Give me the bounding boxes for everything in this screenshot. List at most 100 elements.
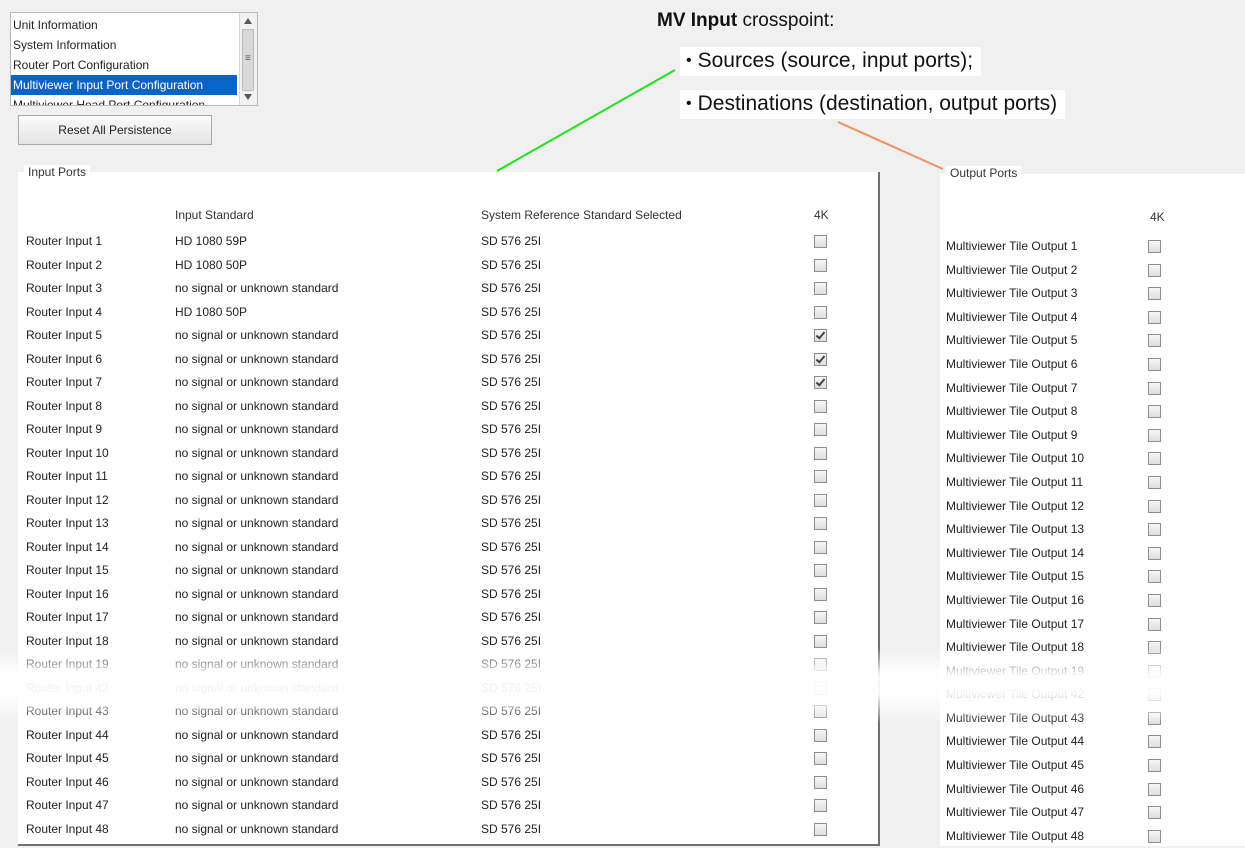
reference-standard-value: SD 576 25I	[481, 657, 542, 671]
output-4k-checkbox[interactable]	[1148, 452, 1161, 466]
reset-all-persistence-button[interactable]: Reset All Persistence	[18, 115, 212, 145]
input-4k-checkbox[interactable]	[814, 329, 827, 342]
output-4k-checkbox[interactable]	[1148, 711, 1161, 725]
output-4k-checkbox[interactable]	[1148, 570, 1161, 584]
output-4k-checkbox[interactable]	[1148, 499, 1161, 513]
input-4k-checkbox[interactable]	[814, 634, 827, 648]
input-standard-value: no signal or unknown standard	[175, 469, 339, 483]
input-4k-checkbox[interactable]	[814, 822, 827, 836]
nav-item[interactable]: Router Port Configuration	[11, 55, 237, 75]
scroll-down-arrow-icon[interactable]	[244, 94, 252, 100]
input-4k-checkbox[interactable]	[814, 564, 827, 577]
output-4k-checkbox[interactable]	[1148, 263, 1161, 277]
output-4k-checkbox[interactable]	[1148, 357, 1161, 371]
output-port-row: Multiviewer Tile Output 19	[940, 660, 1245, 684]
input-port-row: Router Input 7 no signal or unknown stand…	[18, 371, 878, 395]
tile-output-name: Multiviewer Tile Output 42	[946, 687, 1085, 702]
input-standard-value: HD 1080 50P	[175, 304, 248, 319]
input-4k-checkbox[interactable]	[814, 775, 827, 789]
nav-item[interactable]: System Information	[11, 35, 237, 55]
reference-standard-header: System Reference Standard Selected	[481, 208, 682, 222]
input-standard-value: no signal or unknown standard	[175, 821, 339, 836]
router-input-name: Router Input 14	[26, 539, 109, 554]
output-4k-checkbox[interactable]	[1148, 688, 1161, 702]
input-4k-checkbox[interactable]	[814, 658, 827, 671]
input-4k-checkbox[interactable]	[814, 728, 827, 742]
output-port-row: Multiviewer Tile Output 42	[940, 683, 1245, 707]
input-standard-value: no signal or unknown standard	[175, 375, 339, 389]
input-4k-checkbox[interactable]	[814, 799, 827, 812]
page-nav-list[interactable]: Unit Information System Information Router…	[10, 12, 258, 106]
input-4k-checkbox[interactable]	[814, 517, 827, 530]
output-4k-checkbox[interactable]	[1148, 617, 1161, 631]
scroll-thumb[interactable]: ≡	[242, 29, 254, 91]
router-input-name: Router Input 46	[26, 774, 109, 789]
input-port-row: Router Input 13 no signal or unknown stan…	[18, 512, 878, 536]
input-4k-checkbox[interactable]	[814, 493, 827, 507]
output-4k-checkbox[interactable]	[1148, 405, 1161, 419]
output-4k-checkbox[interactable]	[1148, 546, 1161, 560]
input-4k-checkbox[interactable]	[814, 423, 827, 436]
input-4k-checkbox[interactable]	[814, 752, 827, 765]
tile-output-name: Multiviewer Tile Output 8	[946, 404, 1078, 419]
scroll-up-arrow-icon[interactable]	[244, 18, 252, 24]
input-4k-checkbox[interactable]	[814, 446, 827, 460]
output-4k-checkbox[interactable]	[1148, 829, 1161, 843]
output-4k-checkbox[interactable]	[1148, 287, 1161, 301]
input-4k-checkbox[interactable]	[814, 611, 827, 624]
output-4k-checkbox[interactable]	[1148, 782, 1161, 796]
input-port-row: Router Input 10 no signal or unknown stan…	[18, 442, 878, 466]
input-4k-checkbox[interactable]	[814, 258, 827, 272]
output-4k-checkbox[interactable]	[1148, 593, 1161, 607]
nav-item[interactable]: Multiviewer Head Port Configuration	[11, 95, 237, 105]
output-4k-checkbox[interactable]	[1148, 806, 1161, 820]
input-4k-checkbox[interactable]	[814, 376, 827, 389]
output-4k-checkbox[interactable]	[1148, 475, 1161, 489]
input-4k-checkbox[interactable]	[814, 352, 827, 366]
input-4k-checkbox[interactable]	[814, 705, 827, 718]
output-4k-checkbox[interactable]	[1148, 735, 1161, 749]
reference-standard-value: SD 576 25I	[481, 398, 542, 413]
input-port-row: Router Input 8 no signal or unknown stand…	[18, 395, 878, 419]
tile-output-name: Multiviewer Tile Output 47	[946, 805, 1085, 820]
output-port-row: Multiviewer Tile Output 17	[940, 613, 1245, 637]
output-4k-checkbox[interactable]	[1148, 381, 1161, 395]
output-4k-checkbox[interactable]	[1148, 641, 1161, 655]
router-input-name: Router Input 44	[26, 727, 109, 742]
callout-title: MV Input crosspoint:	[657, 10, 834, 32]
router-input-name: Router Input 1	[26, 234, 103, 248]
tile-output-name: Multiviewer Tile Output 14	[946, 545, 1085, 560]
input-4k-checkbox[interactable]	[814, 305, 827, 319]
output-4k-checkbox[interactable]	[1148, 664, 1161, 678]
nav-scrollbar[interactable]: ≡	[239, 13, 257, 105]
nav-item[interactable]: Unit Information	[11, 15, 237, 35]
callout-bullet-destinations: • Destinations (destination, output ports…	[680, 90, 1066, 119]
input-4k-checkbox[interactable]	[814, 399, 827, 413]
nav-item[interactable]: Multiviewer Input Port Configuration	[11, 75, 237, 95]
tile-output-name: Multiviewer Tile Output 5	[946, 333, 1078, 348]
output-4k-checkbox[interactable]	[1148, 240, 1161, 253]
router-input-name: Router Input 5	[26, 328, 103, 342]
reference-standard-value: SD 576 25I	[481, 351, 542, 366]
nav-items: Unit Information System Information Router…	[11, 15, 237, 105]
tile-output-name: Multiviewer Tile Output 12	[946, 498, 1085, 513]
router-input-name: Router Input 15	[26, 563, 109, 577]
reference-standard-value: SD 576 25I	[481, 633, 542, 648]
input-port-row: Router Input 43 no signal or unknown stan…	[18, 700, 878, 724]
output-4k-checkbox[interactable]	[1148, 334, 1161, 348]
input-4k-checkbox[interactable]	[814, 470, 827, 483]
input-4k-checkbox[interactable]	[814, 587, 827, 601]
input-4k-checkbox[interactable]	[814, 282, 827, 295]
input-port-row: Router Input 14 no signal or unknown stan…	[18, 536, 878, 560]
input-standard-value: no signal or unknown standard	[175, 563, 339, 577]
callout-bullet-destinations-text: Destinations (destination, output ports)	[697, 92, 1058, 115]
output-4k-checkbox[interactable]	[1148, 310, 1161, 324]
output-4k-checkbox[interactable]	[1148, 428, 1161, 442]
reference-standard-value: SD 576 25I	[481, 539, 542, 554]
input-4k-checkbox[interactable]	[814, 540, 827, 554]
input-standard-value: no signal or unknown standard	[175, 633, 339, 648]
input-4k-checkbox[interactable]	[814, 235, 827, 248]
input-4k-checkbox[interactable]	[814, 681, 827, 695]
output-4k-checkbox[interactable]	[1148, 523, 1161, 537]
output-4k-checkbox[interactable]	[1148, 759, 1161, 773]
